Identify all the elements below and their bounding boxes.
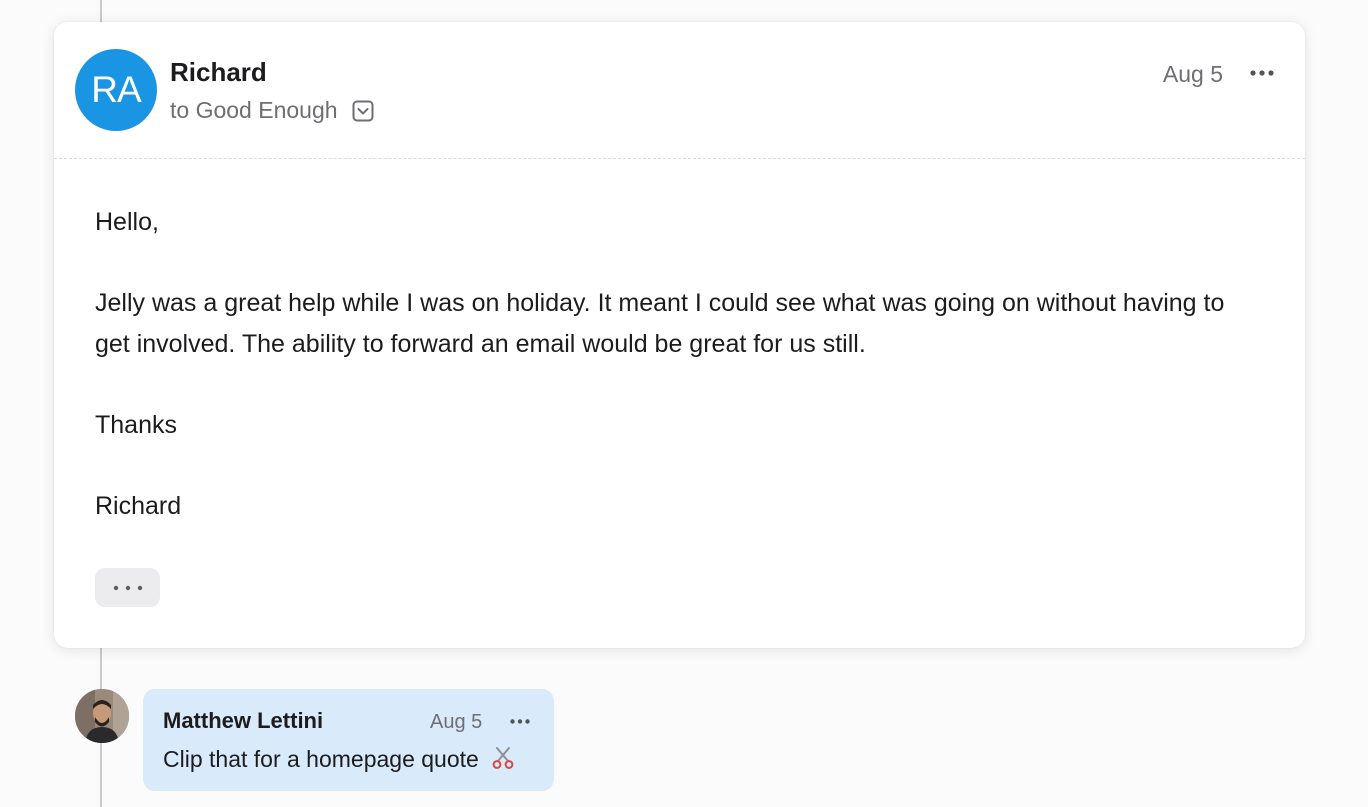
recipient-line: to Good Enough [170,97,374,124]
show-quoted-text-button[interactable] [95,568,160,607]
comment-text-content: Clip that for a homepage quote [163,746,479,772]
body-paragraph: Thanks [95,411,177,439]
comment-date: Aug 5 [430,711,483,733]
email-header: RA Richard to Good Enough Aug 5 [54,22,1305,159]
sender-avatar: RA [75,49,157,131]
scissors-icon [491,746,515,770]
comment-author: Matthew Lettini [163,708,324,733]
body-paragraph: Hello, [95,208,159,236]
email-body: Hello, Jelly was a great help while I wa… [95,202,1255,567]
commenter-avatar [75,689,129,743]
more-horizontal-icon[interactable] [507,710,533,732]
recipient-text: to Good Enough [170,97,338,123]
chevron-down-box-icon[interactable] [352,100,374,122]
email-date: Aug 5 [1162,61,1223,87]
more-horizontal-icon[interactable] [1247,60,1277,86]
email-card: RA Richard to Good Enough Aug 5 Hello, J… [54,22,1305,648]
body-paragraph: Richard [95,492,182,520]
ellipsis-icon [113,585,142,590]
comment-text: Clip that for a homepage quote [163,746,515,773]
sender-name: Richard [170,57,267,87]
body-paragraph: Jelly was a great help while I was on ho… [95,289,1225,358]
comment-bubble: Matthew Lettini Aug 5 Clip that for a ho… [143,689,554,791]
